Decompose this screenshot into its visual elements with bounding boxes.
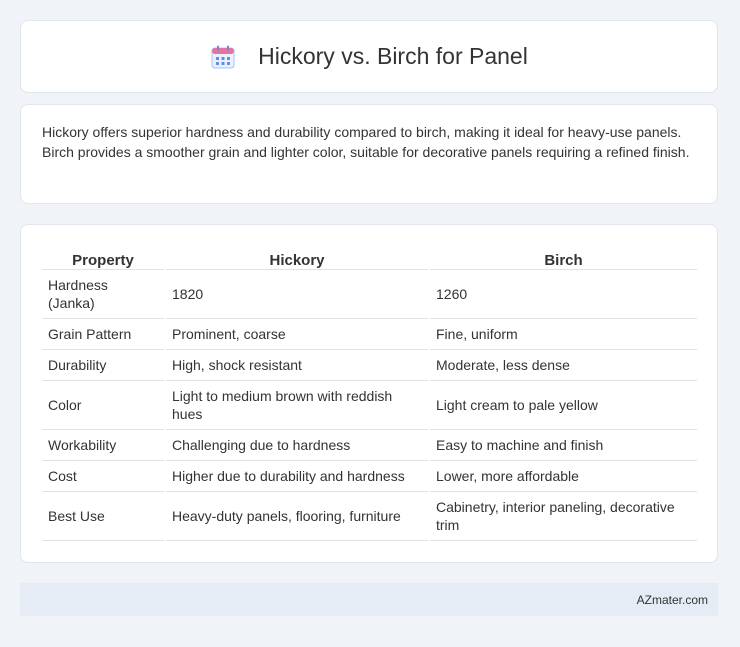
- calendar-icon: [210, 44, 236, 70]
- cell-property: Color: [42, 381, 164, 430]
- cell-hickory: Challenging due to hardness: [166, 430, 428, 461]
- cell-hickory: Higher due to durability and hardness: [166, 461, 428, 492]
- cell-property: Durability: [42, 350, 164, 381]
- summary-text: Hickory offers superior hardness and dur…: [42, 124, 690, 160]
- header-card: Hickory vs. Birch for Panel: [20, 20, 718, 93]
- cell-property: Best Use: [42, 492, 164, 541]
- table-row: Color Light to medium brown with reddish…: [42, 381, 697, 430]
- header-hickory: Hickory: [166, 245, 428, 270]
- cell-birch: Fine, uniform: [430, 319, 697, 350]
- cell-property: Hardness (Janka): [42, 270, 164, 319]
- cell-hickory: High, shock resistant: [166, 350, 428, 381]
- cell-property: Workability: [42, 430, 164, 461]
- header-birch: Birch: [430, 245, 697, 270]
- footer-brand: AZmater.com: [636, 592, 708, 607]
- cell-property: Cost: [42, 461, 164, 492]
- cell-birch: Light cream to pale yellow: [430, 381, 697, 430]
- footer: AZmater.com: [20, 583, 718, 616]
- summary-card: Hickory offers superior hardness and dur…: [20, 104, 718, 204]
- comparison-table: Property Hickory Birch Hardness (Janka) …: [42, 245, 697, 541]
- table-header-row: Property Hickory Birch: [42, 245, 697, 270]
- cell-hickory: Heavy-duty panels, flooring, furniture: [166, 492, 428, 541]
- cell-hickory: Light to medium brown with reddish hues: [166, 381, 428, 430]
- cell-property: Grain Pattern: [42, 319, 164, 350]
- cell-birch: Easy to machine and finish: [430, 430, 697, 461]
- cell-hickory: 1820: [166, 270, 428, 319]
- cell-birch: Moderate, less dense: [430, 350, 697, 381]
- header-property: Property: [42, 245, 164, 270]
- table-row: Workability Challenging due to hardness …: [42, 430, 697, 461]
- table-row: Best Use Heavy-duty panels, flooring, fu…: [42, 492, 697, 541]
- table-row: Hardness (Janka) 1820 1260: [42, 270, 697, 319]
- cell-birch: Lower, more affordable: [430, 461, 697, 492]
- comparison-card: Property Hickory Birch Hardness (Janka) …: [20, 224, 718, 563]
- table-row: Cost Higher due to durability and hardne…: [42, 461, 697, 492]
- page-title: Hickory vs. Birch for Panel: [258, 43, 528, 69]
- cell-birch: Cabinetry, interior paneling, decorative…: [430, 492, 697, 541]
- table-row: Grain Pattern Prominent, coarse Fine, un…: [42, 319, 697, 350]
- cell-birch: 1260: [430, 270, 697, 319]
- cell-hickory: Prominent, coarse: [166, 319, 428, 350]
- table-row: Durability High, shock resistant Moderat…: [42, 350, 697, 381]
